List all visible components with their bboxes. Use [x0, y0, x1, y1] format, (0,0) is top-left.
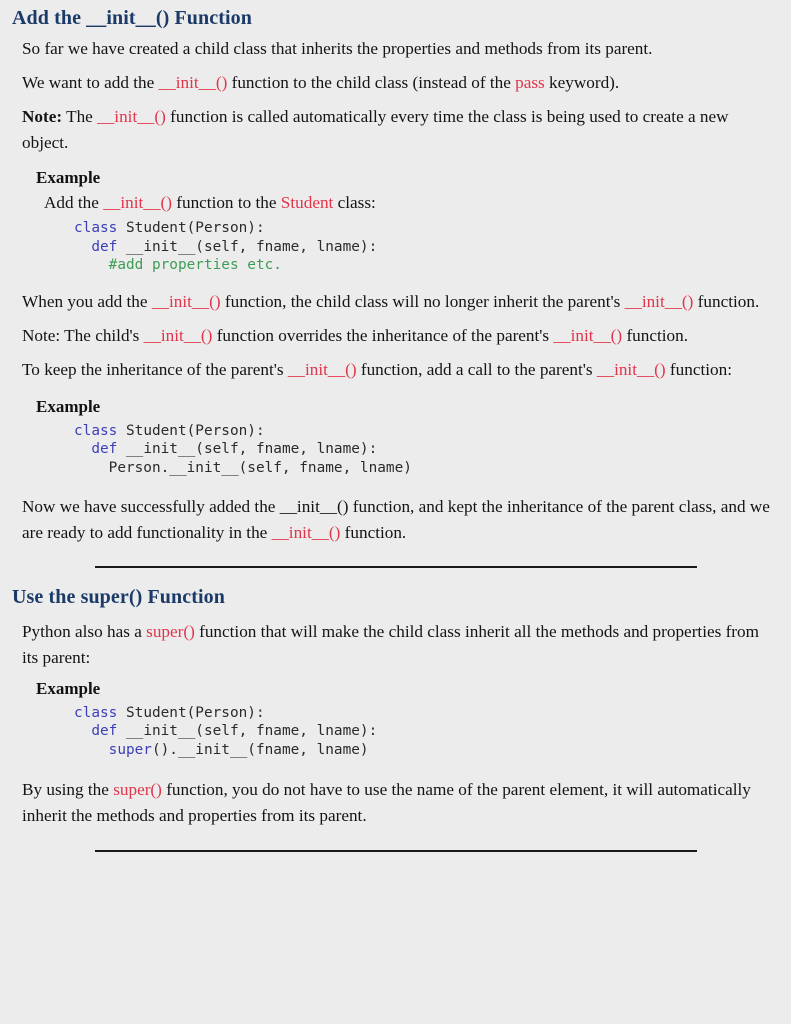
paragraph-now-we-have: Now we have successfully added the __ini…	[22, 494, 770, 546]
inline-code-super-2: super()	[113, 780, 162, 800]
code-comment-1: #add properties etc.	[108, 257, 282, 274]
inline-code-init-1: __init__()	[158, 73, 228, 92]
code-keyword-def-2: def	[91, 441, 118, 458]
code-text-class-2: Student(Person):	[117, 422, 265, 439]
code-indent-5	[74, 723, 91, 739]
inline-code-init-10: __init__()	[271, 522, 341, 542]
code-text-person-init: Person.__init__(self, fname, lname)	[108, 459, 412, 476]
when-you-add-b: function, the child class will no longer…	[220, 291, 625, 311]
code-indent-1	[74, 239, 91, 255]
section-separator-2	[95, 850, 697, 853]
example-1-lead-c: class:	[333, 193, 376, 212]
inline-code-super-1: super()	[146, 621, 195, 641]
code-indent-6	[74, 742, 109, 758]
separator-2-wrapper	[0, 829, 791, 853]
paragraph-python-also-has: Python also has a super() function that …	[22, 619, 770, 671]
code-text-class-3: Student(Person):	[117, 704, 265, 721]
paragraph-note-init: Note: The __init__() function is called …	[22, 104, 770, 156]
when-you-add-c: function.	[693, 291, 760, 311]
example-label-1: Example	[36, 168, 101, 187]
paragraph-child-overrides: Note: The child's __init__() function ov…	[22, 323, 770, 349]
code-keyword-def-1: def	[91, 238, 118, 255]
inline-code-student: Student	[280, 193, 334, 212]
paragraph-by-using-super: By using the super() function, you do no…	[22, 777, 770, 829]
inline-code-init-9: __init__()	[596, 359, 666, 379]
inline-code-init-5: __init__()	[624, 291, 694, 311]
code-text-def-3: __init__(self, fname, lname):	[117, 723, 378, 740]
code-text-class-1: Student(Person):	[117, 220, 265, 236]
inline-code-init-4: __init__()	[151, 291, 221, 311]
code-text-super-call: ().__init__(fname, lname)	[151, 741, 369, 758]
code-keyword-class-1: class	[74, 220, 118, 236]
note-text-a: The	[62, 107, 98, 126]
section-1-heading-block: Add the __init__() Function	[12, 0, 791, 30]
section-1-title-code: __init__()	[86, 7, 170, 29]
section-2-title: Use the super() Function	[12, 585, 225, 608]
inline-code-init-7: __init__()	[553, 325, 623, 345]
child-overrides-b: function overrides the inheritance of th…	[212, 325, 554, 345]
code-block-1: class Student(Person): def __init__(self…	[74, 219, 791, 275]
code-keyword-def-3: def	[91, 723, 118, 740]
inline-code-init-black: __init__()	[279, 496, 349, 516]
note-label: Note:	[22, 107, 63, 126]
to-keep-b: function, add a call to the parent's	[356, 359, 597, 379]
inline-code-init-3: __init__()	[103, 193, 172, 212]
now-we-have-a: Now we have successfully added the	[22, 496, 280, 516]
paragraph-so-far-text: So far we have created a child class tha…	[22, 39, 653, 58]
code-keyword-class-3: class	[74, 704, 118, 721]
to-keep-a: To keep the inheritance of the parent's	[22, 359, 288, 379]
inline-code-pass: pass	[515, 73, 545, 92]
section-1-title-prefix: Add the	[12, 7, 87, 29]
paragraph-when-you-add: When you add the __init__() function, th…	[22, 289, 770, 315]
we-want-text-c: keyword).	[544, 73, 620, 92]
code-text-def-1: __init__(self, fname, lname):	[117, 238, 378, 255]
paragraph-to-keep-inheritance: To keep the inheritance of the parent's …	[22, 357, 770, 383]
we-want-text-a: We want to add the	[22, 73, 159, 92]
separator-1-wrapper	[0, 546, 791, 568]
page-title: Add the __init__() Function	[12, 7, 791, 30]
to-keep-c: function:	[665, 359, 732, 379]
paragraph-so-far: So far we have created a child class tha…	[22, 36, 770, 62]
example-1-lead: Add the __init__() function to the Stude…	[44, 190, 791, 216]
code-text-def-2: __init__(self, fname, lname):	[117, 441, 378, 458]
example-1-lead-b: function to the	[171, 193, 281, 212]
paragraph-we-want-to-add: We want to add the __init__() function t…	[22, 70, 770, 96]
example-label-3: Example	[36, 678, 101, 698]
code-indent-2	[74, 257, 109, 273]
python-also-a: Python also has a	[22, 621, 147, 641]
we-want-text-b: function to the child class (instead of …	[227, 73, 516, 92]
code-keyword-class-2: class	[74, 422, 118, 439]
inline-code-init-2: __init__()	[97, 107, 166, 126]
when-you-add-a: When you add the	[22, 291, 152, 311]
example-1-lead-a: Add the	[44, 193, 104, 212]
code-keyword-super: super	[108, 741, 152, 758]
code-indent-3	[74, 441, 91, 457]
section-2-heading-block: Use the super() Function	[12, 568, 791, 609]
document-page: Add the __init__() Function So far we ha…	[0, 0, 791, 1024]
inline-code-init-8: __init__()	[287, 359, 357, 379]
now-we-have-c: function.	[340, 522, 407, 542]
code-block-3: class Student(Person): def __init__(self…	[74, 704, 791, 760]
child-overrides-c: function.	[622, 325, 689, 345]
child-overrides-a: Note: The child's	[22, 325, 144, 345]
section-1-title-suffix: Function	[169, 7, 252, 29]
code-indent-4	[74, 460, 109, 476]
example-label-2: Example	[36, 396, 101, 416]
code-block-2: class Student(Person): def __init__(self…	[74, 422, 791, 478]
by-using-a: By using the	[22, 780, 114, 800]
inline-code-init-6: __init__()	[143, 325, 213, 345]
